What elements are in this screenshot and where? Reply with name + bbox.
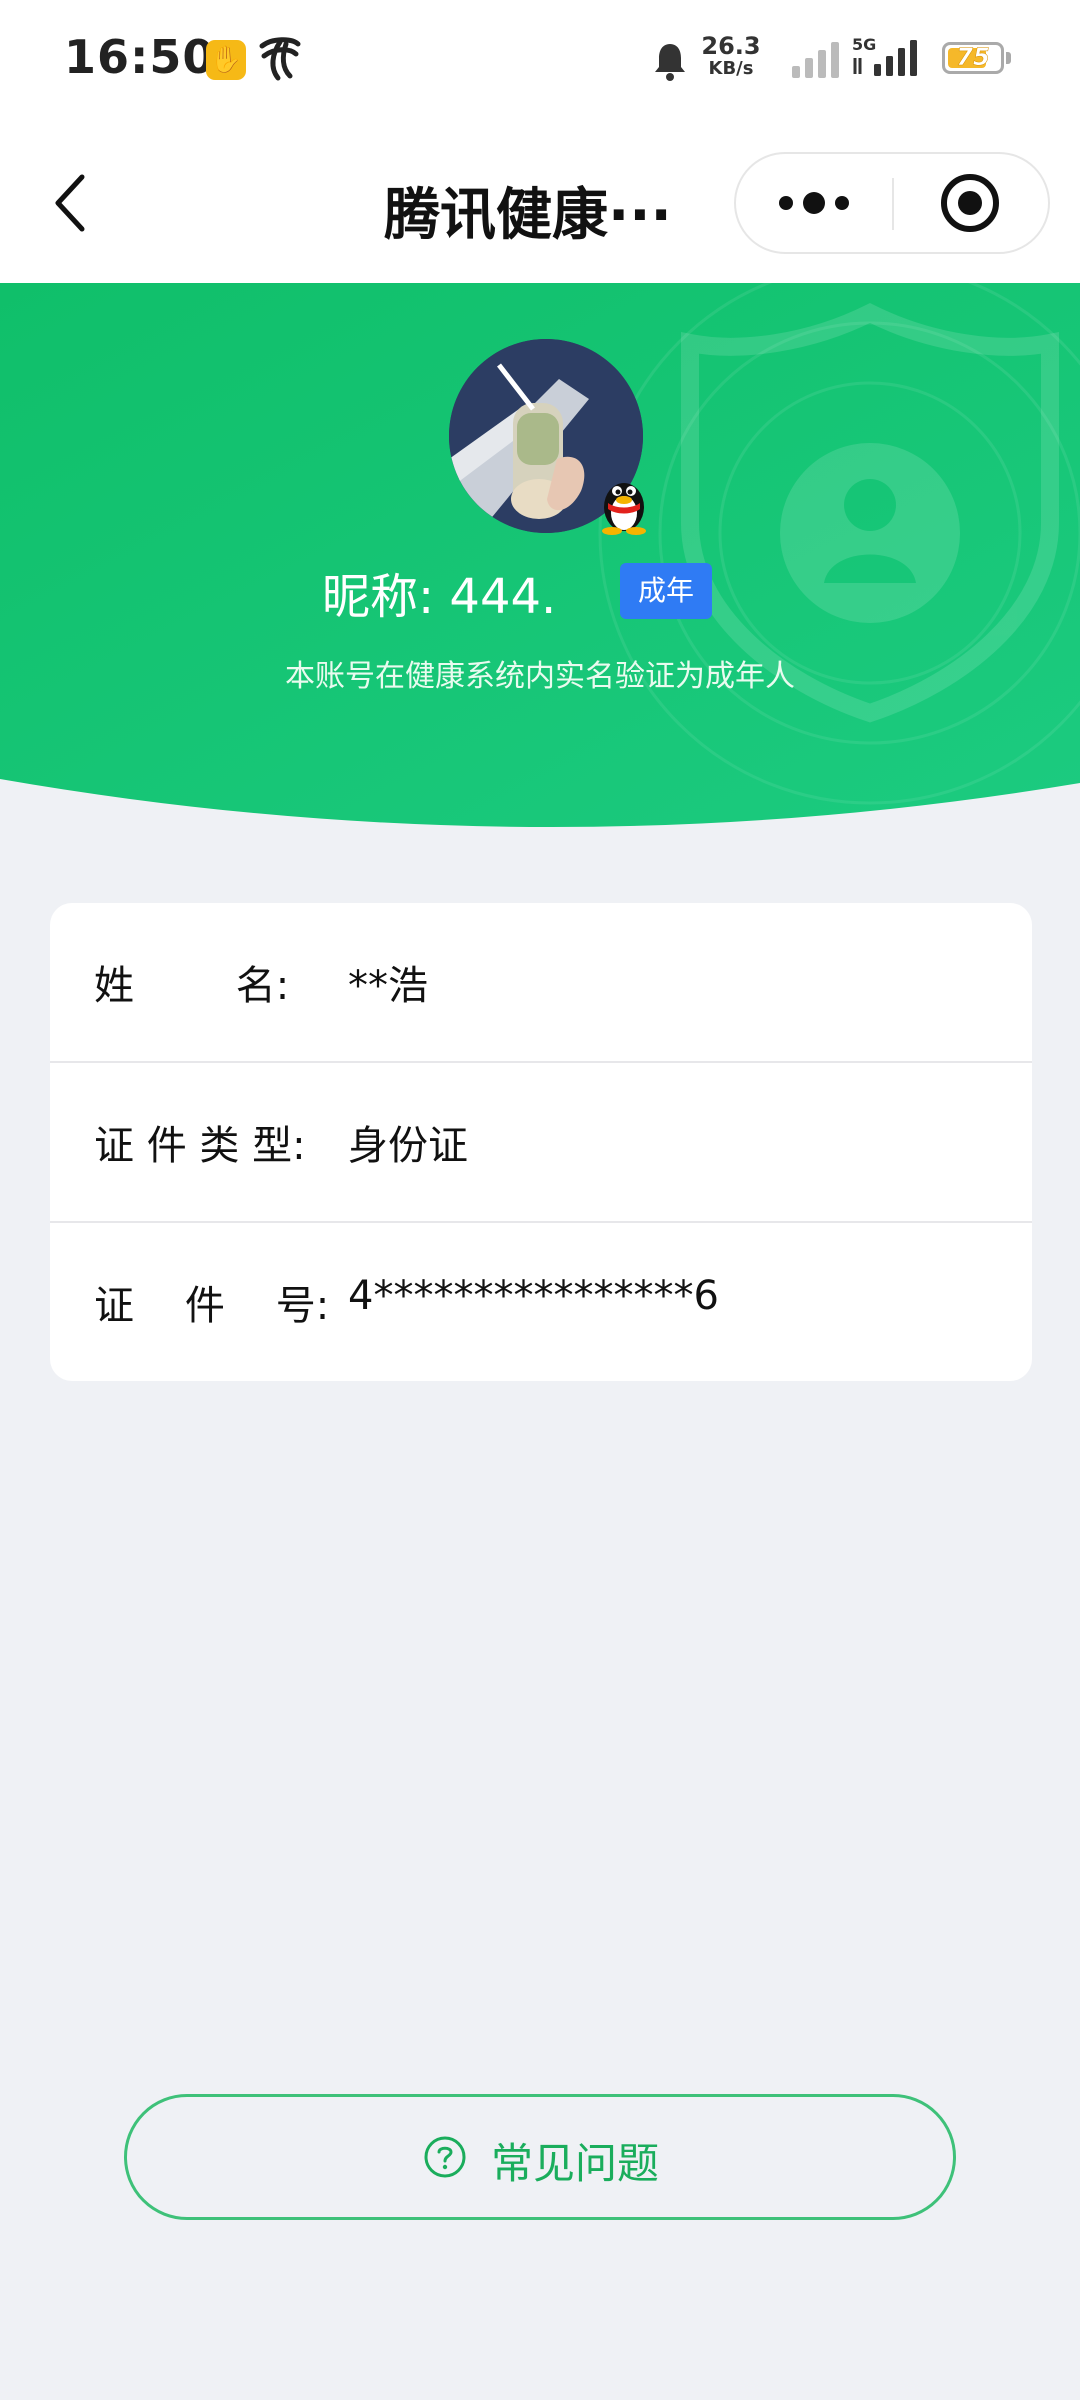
- status-bar: 16:50 ✋ 26.3 KB/s 5G 75: [0, 0, 1080, 118]
- mini-program-capsule: [734, 152, 1050, 254]
- adult-badge: 成年: [620, 563, 712, 619]
- nickname: 昵称: 444.: [322, 569, 557, 625]
- network-speed: 26.3 KB/s: [700, 34, 762, 78]
- faq-button[interactable]: 常见问题: [124, 2094, 956, 2220]
- status-time: 16:50: [64, 30, 216, 84]
- name-label: 姓 名:: [94, 963, 290, 1009]
- battery-indicator: 75: [942, 42, 1004, 74]
- battery-tip: [1006, 52, 1011, 64]
- name-value: **浩: [348, 963, 428, 1009]
- signal-strength-5g-icon: 5G: [852, 35, 917, 76]
- id-number-row: 证 件 号: 4****************6: [50, 1223, 1032, 1381]
- name-row: 姓 名: **浩: [50, 903, 1032, 1063]
- signal-strength-sim1-icon: [792, 42, 839, 78]
- nav-bar: 腾讯健康···: [0, 118, 1080, 283]
- hand-app-icon: ✋: [206, 40, 246, 80]
- qq-penguin-icon: [602, 483, 646, 535]
- page-title: 腾讯健康···: [384, 183, 672, 248]
- faq-label: 常见问题: [491, 2139, 660, 2188]
- battery-level: 75: [956, 43, 990, 72]
- target-close-icon[interactable]: [894, 154, 1050, 252]
- china-telecom-icon: [259, 37, 301, 81]
- network-speed-value: 26.3: [701, 32, 761, 60]
- profile-hero: 昵称: 444. 成年 本账号在健康系统内实名验证为成年人: [0, 283, 1080, 843]
- id-number-value: 4****************6: [348, 1273, 719, 1319]
- id-type-row: 证 件 类 型: 身份证: [50, 1063, 1032, 1223]
- id-type-value: 身份证: [348, 1123, 468, 1169]
- network-speed-unit: KB/s: [708, 58, 754, 79]
- identity-info-card: 姓 名: **浩 证 件 类 型: 身份证 证 件 号: 4**********…: [50, 903, 1032, 1381]
- id-number-label: 证 件 号:: [94, 1283, 330, 1329]
- bell-icon: [655, 44, 685, 81]
- back-button[interactable]: [40, 163, 100, 243]
- id-type-label: 证 件 类 型:: [94, 1123, 306, 1169]
- question-circle-icon: [424, 2136, 466, 2178]
- network-type-label: 5G: [852, 35, 876, 54]
- verification-text: 本账号在健康系统内实名验证为成年人: [285, 659, 795, 694]
- nickname-row: 昵称: 444.: [0, 553, 1080, 625]
- more-dots-icon[interactable]: [736, 154, 892, 252]
